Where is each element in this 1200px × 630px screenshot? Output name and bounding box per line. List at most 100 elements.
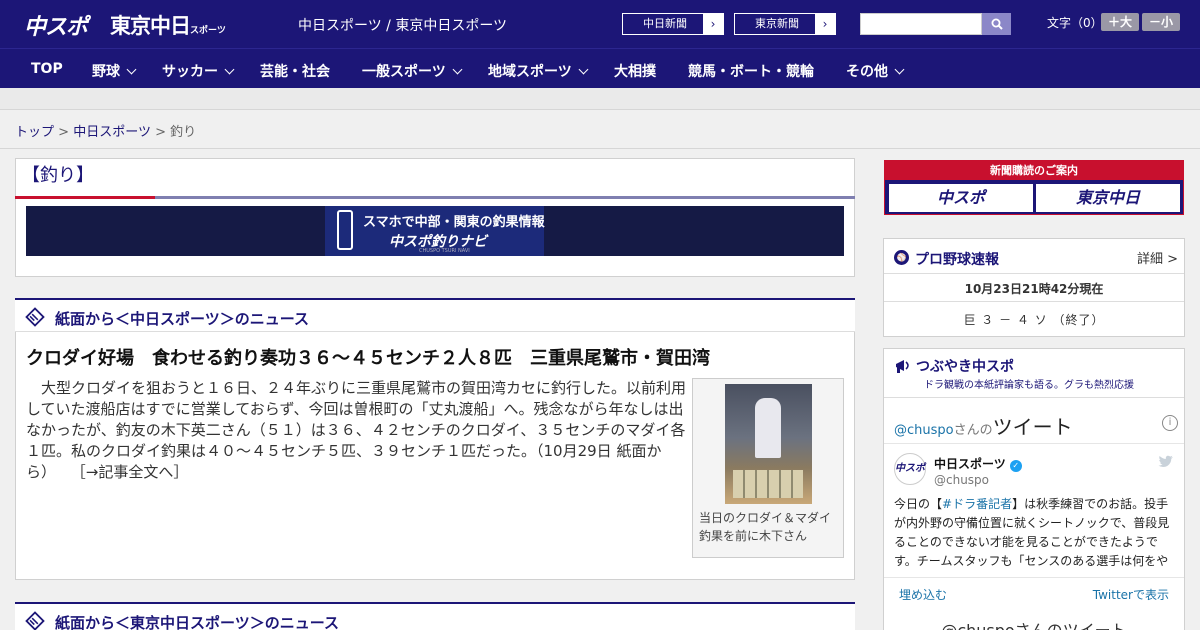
divider <box>884 577 1184 578</box>
nav-item-other[interactable]: その他 <box>846 61 905 81</box>
divider <box>884 301 1184 302</box>
baseball-icon: ⚾ <box>894 250 909 265</box>
tweet-text-pre: 今日の【 <box>894 497 943 511</box>
nav-label: TOP <box>31 61 63 77</box>
view-on-twitter-link[interactable]: Twitterで表示 <box>1093 586 1169 603</box>
banner-line1: スマホで中部・関東の釣果情報 <box>363 215 545 230</box>
pencil-icon <box>25 611 45 630</box>
nav-label: 大相撲 <box>614 64 656 80</box>
page-title: 【釣り】 <box>22 165 94 186</box>
verified-icon: ✓ <box>1009 460 1022 472</box>
chuspo-ad-logo[interactable]: 中スポ <box>889 184 1033 212</box>
tokyo-chunichi-logo[interactable]: 東京中日スポーツ <box>110 10 226 40</box>
divider <box>884 273 1184 274</box>
twitter-box: つぶやき中スポ ドラ観戦の本紙評論家も語る。グラも熱烈応援 @chuspoさんの… <box>883 348 1185 630</box>
baseball-scores-box: ⚾ プロ野球速報 詳細 > 10月23日21時42分現在 巨 ３ － ４ ソ （… <box>883 238 1185 337</box>
pencil-icon <box>25 307 45 327</box>
title-underline <box>15 196 855 199</box>
tokyo-shimbun-link[interactable]: 東京新聞 › <box>734 13 836 35</box>
nav-item-local-sports[interactable]: 地域スポーツ <box>488 61 589 81</box>
twitter-subtitle: ドラ観戦の本紙評論家も語る。グラも熱烈応援 <box>924 380 1134 391</box>
breadcrumb-chunichi-sports[interactable]: 中日スポーツ <box>73 125 151 140</box>
nav-item-baseball[interactable]: 野球 <box>92 61 137 81</box>
chunichi-shimbun-link[interactable]: 中日新聞 › <box>622 13 724 35</box>
embed-link[interactable]: 埋め込む <box>899 586 947 603</box>
text-size-label: 文字（0） <box>1047 16 1103 30</box>
tokyo-logo-small: スポーツ <box>190 26 226 36</box>
search-icon <box>991 18 1003 30</box>
breadcrumb: トップ > 中日スポーツ > 釣り <box>15 121 196 140</box>
divider <box>884 397 1184 398</box>
breadcrumb-separator: > <box>155 125 166 140</box>
nav-item-entertainment[interactable]: 芸能・社会 <box>260 61 330 81</box>
nav-item-top[interactable]: TOP <box>31 61 63 77</box>
nav-item-soccer[interactable]: サッカー <box>162 61 235 81</box>
nav-label: 野球 <box>92 64 120 80</box>
search-button[interactable] <box>982 13 1011 35</box>
tsuri-navi-banner[interactable]: スマホで中部・関東の釣果情報 中スポ釣りナビ CHUSPO TSURI NAVI <box>26 206 844 256</box>
chevron-down-icon <box>578 64 589 75</box>
text-size-up-button[interactable]: ＋大 <box>1101 13 1139 31</box>
text-size-down-button[interactable]: －小 <box>1142 13 1180 31</box>
article-photo-box: 当日のクロダイ＆マダイ釣果を前に木下さん <box>692 378 844 558</box>
twitter-tweets-label: ツイート <box>992 415 1073 439</box>
twitter-bird-icon[interactable] <box>1158 455 1174 469</box>
breadcrumb-current: 釣り <box>170 125 197 140</box>
article-photo[interactable] <box>725 384 812 504</box>
breadcrumb-top[interactable]: トップ <box>15 125 54 140</box>
chevron-down-icon <box>452 64 463 75</box>
nav-label: その他 <box>846 64 888 80</box>
nav-label: 一般スポーツ <box>362 64 446 80</box>
main-nav: TOP 野球 サッカー 芸能・社会 一般スポーツ 地域スポーツ 大相撲 競馬・ボ… <box>0 48 1200 88</box>
score-timestamp: 10月23日21時42分現在 <box>964 282 1104 296</box>
chuspo-logo[interactable]: 中スポ <box>24 9 88 41</box>
tokyo-logo-text: 東京中日 <box>110 14 191 38</box>
chevron-right-icon: › <box>703 14 723 34</box>
nav-label: 地域スポーツ <box>488 64 572 80</box>
game-score[interactable]: 巨 ３ － ４ ソ （終了） <box>884 311 1184 328</box>
nav-label: 芸能・社会 <box>260 64 330 80</box>
megaphone-icon <box>896 360 909 373</box>
photo-person <box>755 398 781 458</box>
banner-inner: スマホで中部・関東の釣果情報 中スポ釣りナビ CHUSPO TSURI NAVI <box>325 206 545 256</box>
twitter-san: さんの <box>953 423 993 438</box>
twitter-handle[interactable]: @chuspo <box>894 423 954 438</box>
section-header-2: 紙面から＜東京中日スポーツ＞のニュース <box>15 602 855 630</box>
section-title: 紙面から＜中日スポーツ＞のニュース <box>55 310 309 328</box>
article-title[interactable]: クロダイ好場 食わせる釣り奏功３６～４５センチ２人８匹 三重県尾鷲市・賀田湾 <box>26 344 710 370</box>
divider <box>884 443 1184 444</box>
paper-link-label: 東京新聞 <box>755 17 799 30</box>
banner-line3: CHUSPO TSURI NAVI <box>419 248 470 254</box>
divider <box>0 148 1200 149</box>
avatar[interactable]: 中スポ <box>894 453 926 485</box>
tweet-text: 今日の【#ドラ番記者】は秋季練習でのお話。投手が内外野の守備位置に就くシートノッ… <box>894 495 1176 569</box>
account-username[interactable]: @chuspo <box>934 473 989 487</box>
tokyo-chunichi-ad-logo[interactable]: 東京中日 <box>1036 184 1180 212</box>
chevron-down-icon <box>126 64 137 75</box>
nav-item-keiba[interactable]: 競馬・ボート・競輪 <box>688 61 814 81</box>
sub-nav-strip <box>0 88 1200 110</box>
account-name[interactable]: 中日スポーツ ✓ <box>934 455 1022 472</box>
account-name-text: 中日スポーツ <box>934 457 1006 471</box>
baseball-details-link[interactable]: 詳細 > <box>1137 248 1178 267</box>
nav-item-sumo[interactable]: 大相撲 <box>614 61 656 81</box>
chevron-down-icon <box>894 64 905 75</box>
article-body: 大型クロダイを狙おうと１６日、２４年ぶりに三重県尾鷲市の賀田湾カセに釣行した。以… <box>26 378 686 483</box>
subscription-ad[interactable]: 新聞購読のご案内 中スポ 東京中日 <box>884 160 1184 215</box>
subscription-ad-header: 新聞購読のご案内 <box>885 161 1183 180</box>
nav-label: 競馬・ボート・競輪 <box>688 64 814 80</box>
smartphone-icon <box>337 210 353 250</box>
chevron-down-icon <box>224 64 235 75</box>
breadcrumb-separator: > <box>58 125 70 140</box>
title-underline-accent <box>15 196 155 199</box>
hashtag-link[interactable]: #ドラ番記者 <box>942 497 1012 511</box>
section-header: 紙面から＜中日スポーツ＞のニュース <box>15 298 855 332</box>
baseball-title: プロ野球速報 <box>915 252 999 268</box>
info-icon[interactable]: i <box>1162 415 1178 431</box>
chevron-right-icon: › <box>815 14 835 34</box>
site-name: 中日スポーツ / 東京中日スポーツ <box>298 18 508 34</box>
read-more-link[interactable]: ［→記事全文へ］ <box>71 463 189 481</box>
nav-item-general-sports[interactable]: 一般スポーツ <box>362 61 463 81</box>
more-tweets-link[interactable]: @chuspoさんのツイート <box>884 617 1184 630</box>
search-input[interactable] <box>860 13 982 35</box>
